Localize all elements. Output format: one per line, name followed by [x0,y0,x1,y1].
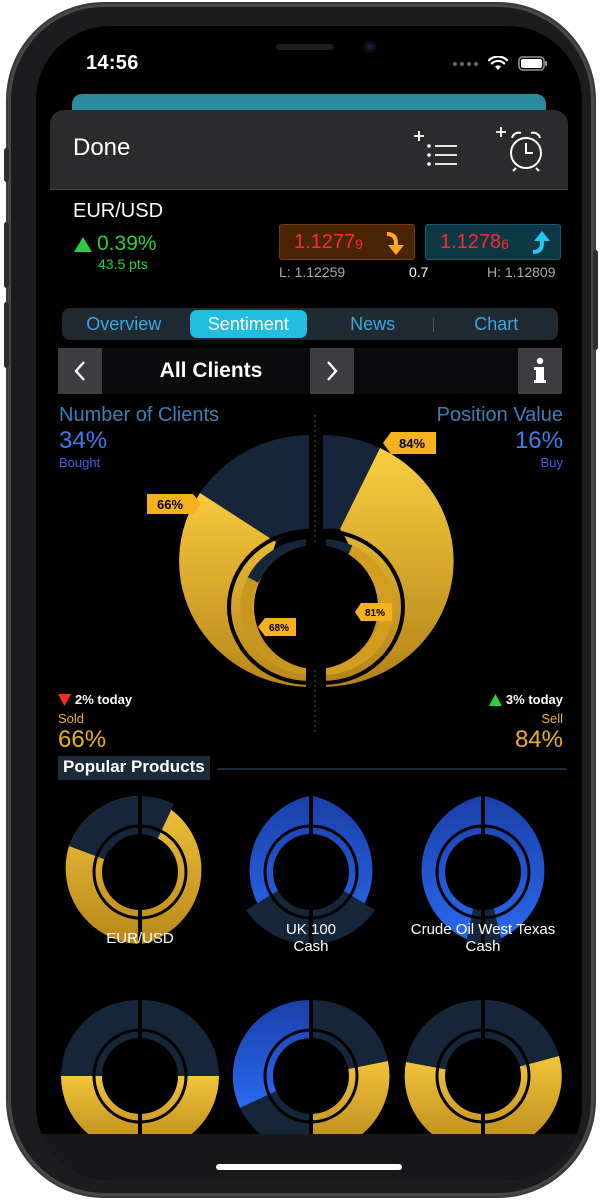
product-label-2-line1: UK 100 [285,921,337,938]
navigation-bar: Done [50,110,568,190]
high-price: H: 1.12809 [487,264,556,280]
product-tile-eur-usd[interactable] [65,792,202,948]
popular-products-header: Popular Products [58,756,566,780]
tab-chart[interactable]: Chart [434,310,558,338]
mute-switch [4,148,9,182]
up-arrow-icon [74,236,92,252]
up-arrow-icon [488,693,502,706]
product-label-3-line2: Cash [465,938,501,955]
volume-up-button [4,222,9,288]
sell-price-main: 1.1277 [294,230,356,253]
tab-sentiment[interactable]: Sentiment [189,310,307,338]
chevron-right-icon [327,361,338,381]
sell-percent: 84% [514,726,563,753]
status-bar: 14:56 [36,26,582,86]
phone-frame: 14:56 Done EUR/USD 0.39% 43.5 pts 1.1277… [4,4,598,1196]
product-tile-row2-2[interactable] [232,996,390,1150]
svg-text:68%: 68% [269,623,289,634]
info-icon [534,357,546,383]
change-points: 43.5 pts [98,256,148,272]
sentiment-sheet: Done EUR/USD 0.39% 43.5 pts 1.1277 9 1.1… [50,110,568,1180]
spread-value: 0.7 [409,264,429,280]
popular-products-grid [61,792,562,1150]
instrument-name: EUR/USD [73,200,164,222]
product-tile-row2-3[interactable] [404,996,562,1150]
svg-text:84%: 84% [399,436,425,451]
home-indicator[interactable] [216,1164,402,1170]
change-percent: 0.39% [97,232,157,255]
chevron-left-icon [74,361,85,381]
outer-right-percent-tag: 84% [383,432,436,454]
sell-price-pip: 9 [355,236,363,252]
sell-down-arrow-icon [387,232,404,255]
power-button [593,250,598,350]
buy-price-button[interactable]: 1.1278 6 [425,224,561,260]
volume-down-button [4,302,9,368]
low-price: L: 1.12259 [279,264,346,280]
sold-label: Sold [58,711,85,726]
info-button[interactable] [518,348,562,394]
inner-left-percent-tag: 68% [258,618,296,636]
sell-today-text: 3% today [505,692,563,707]
add-alarm-icon[interactable] [494,126,550,172]
svg-text:81%: 81% [365,608,385,619]
tab-overview[interactable]: Overview [62,310,186,338]
previous-button[interactable] [58,348,102,394]
sentiment-donut-chart: 66% 68% 84% 81% [147,415,454,735]
down-arrow-icon [58,693,71,706]
status-icons [453,56,548,71]
buy-up-arrow-icon [533,231,550,254]
tab-news[interactable]: News [311,310,435,338]
battery-icon [518,56,547,71]
sell-stat: 3% today Sell 84% [488,692,563,754]
svg-text:66%: 66% [157,497,183,512]
sell-label: Sell [541,711,563,726]
inner-right-percent-tag: 81% [355,603,392,621]
sell-today: 3% today [488,692,563,707]
product-label-3-line1: Crude Oil West Texas [410,921,556,938]
add-to-list-icon[interactable] [410,130,460,170]
wifi-icon [488,56,508,70]
buy-price-pip: 6 [501,236,509,252]
daily-change: 0.39% [74,232,157,256]
bottom-tab-bar-area [36,1134,582,1180]
screen: 14:56 Done EUR/USD 0.39% 43.5 pts 1.1277… [36,26,582,1180]
next-button[interactable] [310,348,354,394]
sold-percent: 66% [58,726,107,753]
done-button[interactable]: Done [73,134,130,162]
client-selector: All Clients [58,348,562,394]
sold-stat: 2% today Sold 66% [58,692,132,754]
outer-left-percent-tag: 66% [147,494,201,514]
segment-tabs: Overview Sentiment News Chart [62,308,558,340]
product-label-1: EUR/USD [106,930,174,947]
product-label-2-line2: Cash [293,938,329,955]
status-time: 14:56 [86,52,139,74]
signal-icon [453,61,478,66]
popular-divider [218,768,566,770]
buy-price-main: 1.1278 [440,230,502,253]
product-tile-row2-1[interactable] [61,996,219,1150]
instrument-summary: EUR/USD 0.39% 43.5 pts 1.12779 1.12786 [50,190,568,290]
popular-products-title: Popular Products [58,756,210,780]
tab-news-label: News [350,314,396,334]
client-group-title: All Clients [159,359,263,382]
sold-today-text: 2% today [75,692,133,707]
sold-today: 2% today [58,692,132,707]
sell-price-button[interactable]: 1.1277 9 [279,224,415,260]
product-label-2: UK 100 Cash [251,921,371,955]
product-label-3: Crude Oil West Texas Cash [400,921,566,955]
